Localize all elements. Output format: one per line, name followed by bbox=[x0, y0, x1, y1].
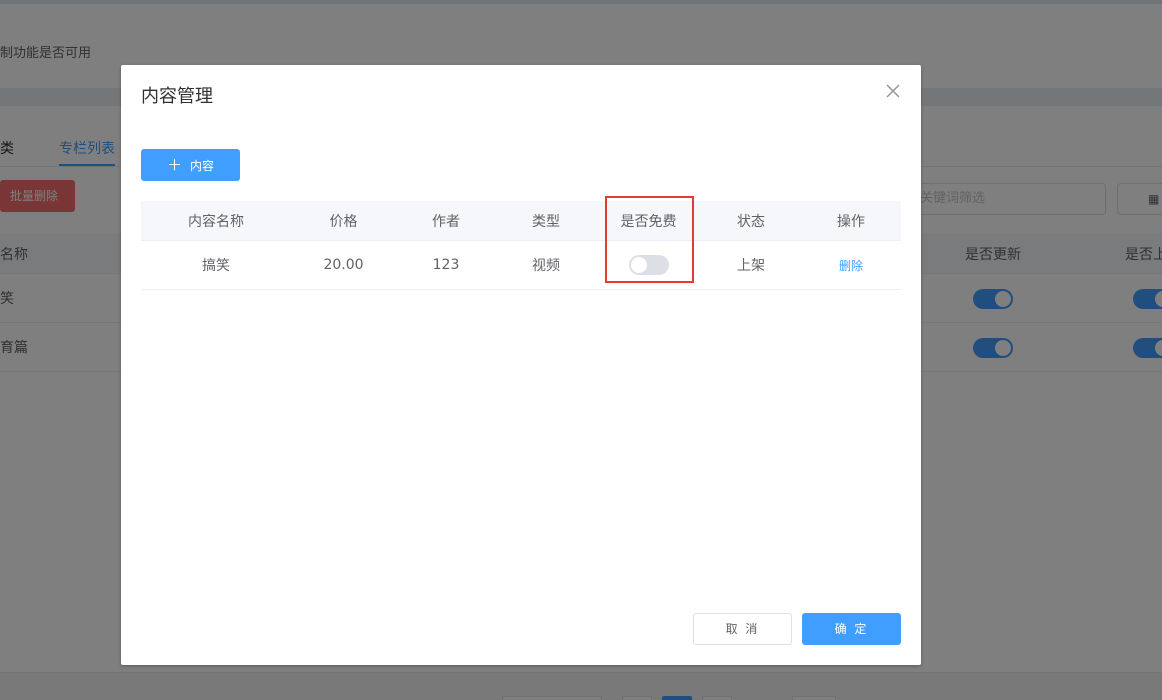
confirm-button[interactable]: 确 定 bbox=[802, 613, 901, 645]
is-free-switch[interactable] bbox=[628, 255, 669, 275]
cell-status: 上架 bbox=[737, 258, 765, 274]
content-management-dialog: 内容管理 ＋ 内容 内容名称 价格 作者 类型 是否免费 状态 操作 搞笑 20.… bbox=[121, 65, 921, 665]
column-header-price: 价格 bbox=[329, 213, 358, 230]
column-header-name: 内容名称 bbox=[188, 213, 244, 230]
column-header-author: 作者 bbox=[432, 213, 460, 230]
cell-author: 123 bbox=[432, 257, 460, 273]
cell-type: 视频 bbox=[532, 258, 560, 274]
close-icon-svg bbox=[886, 84, 900, 98]
table-header: 内容名称 价格 作者 类型 是否免费 状态 操作 bbox=[141, 201, 901, 241]
cancel-button[interactable]: 取 消 bbox=[693, 613, 792, 645]
cell-actions: 删除 bbox=[801, 241, 901, 289]
table-row: 搞笑 20.00 123 视频 上架 删除 bbox=[141, 241, 901, 290]
dialog-title: 内容管理 bbox=[141, 86, 213, 107]
add-content-label: 内容 bbox=[190, 159, 215, 173]
cell-price: 20.00 bbox=[323, 257, 364, 273]
cell-is-free bbox=[596, 241, 701, 289]
column-header-is-free: 是否免费 bbox=[620, 213, 677, 230]
plus-icon: ＋ bbox=[166, 156, 182, 174]
column-header-status: 状态 bbox=[737, 213, 765, 230]
close-icon[interactable] bbox=[883, 83, 903, 103]
add-content-button[interactable]: ＋ 内容 bbox=[141, 149, 240, 181]
delete-link[interactable]: 删除 bbox=[839, 257, 863, 274]
column-header-actions: 操作 bbox=[837, 213, 865, 230]
column-header-type: 类型 bbox=[532, 213, 560, 230]
cell-name: 搞笑 bbox=[202, 258, 230, 274]
content-table: 内容名称 价格 作者 类型 是否免费 状态 操作 搞笑 20.00 123 视频… bbox=[141, 201, 901, 290]
